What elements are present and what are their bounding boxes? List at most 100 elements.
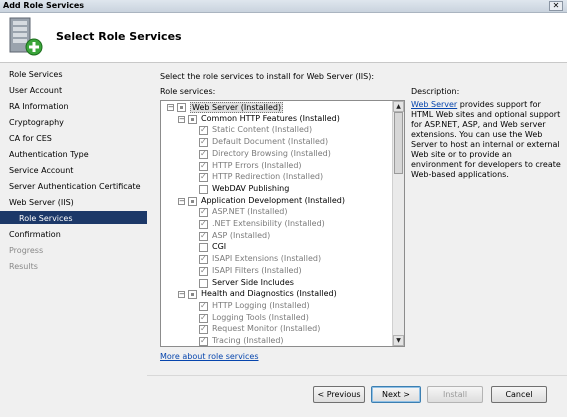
role-checkbox[interactable]: [188, 290, 197, 300]
scroll-down-icon[interactable]: ▼: [393, 335, 404, 346]
nav-item-confirmation[interactable]: Confirmation: [9, 230, 61, 239]
role-label: ASP.NET (Installed): [212, 207, 288, 217]
role-label: HTTP Logging (Installed): [212, 300, 310, 310]
role-checkbox[interactable]: [199, 266, 208, 276]
role-label: ISAPI Filters (Installed): [212, 265, 302, 275]
page-title: Select Role Services: [56, 30, 182, 43]
close-icon[interactable]: ✕: [549, 1, 563, 11]
role-label: Health and Diagnostics (Installed): [201, 289, 337, 299]
role-label: .NET Extensibility (Installed): [212, 219, 325, 228]
collapse-icon[interactable]: −: [178, 115, 185, 123]
next-button[interactable]: Next >: [371, 386, 421, 403]
description-label: Description:: [411, 87, 460, 96]
role-checkbox[interactable]: [188, 114, 197, 124]
tree-row[interactable]: Default Document (Installed): [161, 137, 393, 149]
tree-row[interactable]: Directory Browsing (Installed): [161, 149, 393, 161]
scroll-up-icon[interactable]: ▲: [393, 101, 404, 112]
nav-item-cryptography[interactable]: Cryptography: [9, 118, 64, 127]
role-label: Logging Tools (Installed): [212, 312, 309, 322]
role-checkbox[interactable]: [199, 219, 208, 229]
role-label: WebDAV Publishing: [212, 183, 290, 193]
role-checkbox[interactable]: [199, 313, 208, 323]
tree-row[interactable]: ISAPI Extensions (Installed): [161, 254, 393, 266]
tree-scrollbar[interactable]: ▲ ▼: [392, 101, 404, 346]
more-about-role-services-link[interactable]: More about role services: [160, 352, 259, 361]
tree-row[interactable]: Static Content (Installed): [161, 125, 393, 137]
description-body: provides support for HTML Web sites and …: [411, 100, 561, 179]
role-checkbox[interactable]: [199, 149, 208, 159]
role-checkbox[interactable]: [188, 196, 197, 206]
tree-row[interactable]: − Web Server (Installed): [161, 102, 393, 114]
server-add-icon: [9, 17, 43, 56]
role-label: Web Server (Installed): [190, 102, 284, 113]
role-label: HTTP Redirection (Installed): [212, 172, 324, 182]
role-checkbox[interactable]: [199, 231, 208, 241]
tree-row[interactable]: ISAPI Filters (Installed): [161, 266, 393, 278]
scroll-thumb[interactable]: [394, 112, 403, 174]
tree-row[interactable]: HTTP Redirection (Installed): [161, 172, 393, 184]
nav-item-progress: Progress: [9, 246, 44, 255]
wizard-header: Select Role Services: [0, 13, 567, 63]
nav-item-authentication-type[interactable]: Authentication Type: [9, 150, 89, 159]
role-checkbox[interactable]: [199, 161, 208, 171]
web-server-link[interactable]: Web Server: [411, 100, 457, 109]
nav-item-server-auth-certificate[interactable]: Server Authentication Certificate: [9, 182, 141, 191]
nav-item-ra-information[interactable]: RA Information: [9, 102, 69, 111]
role-label: Request Monitor (Installed): [212, 324, 321, 334]
tree-row[interactable]: − Common HTTP Features (Installed): [161, 114, 393, 126]
role-label: Server Side Includes: [212, 277, 294, 287]
role-label: Application Development (Installed): [201, 195, 345, 205]
role-checkbox[interactable]: [199, 301, 208, 311]
role-checkbox[interactable]: [199, 324, 208, 335]
role-label: CGI: [212, 242, 227, 252]
role-checkbox[interactable]: [199, 243, 208, 253]
tree-row[interactable]: − Application Development (Installed): [161, 196, 393, 208]
tree-row[interactable]: CGI: [161, 242, 393, 254]
collapse-icon[interactable]: −: [178, 291, 185, 299]
role-label: HTTP Errors (Installed): [212, 160, 302, 170]
tree-row[interactable]: HTTP Errors (Installed): [161, 161, 393, 173]
nav-item-ca-for-ces[interactable]: CA for CES: [9, 134, 52, 143]
nav-item-iis-role-services[interactable]: Role Services: [19, 214, 73, 223]
nav-item-role-services[interactable]: Role Services: [9, 70, 63, 79]
role-label: Directory Browsing (Installed): [212, 148, 331, 158]
role-label: Default Document (Installed): [212, 137, 329, 147]
tree-row[interactable]: Tracing (Installed): [161, 336, 393, 346]
cancel-button[interactable]: Cancel: [491, 386, 547, 403]
role-label: ASP (Installed): [212, 230, 271, 240]
nav-item-user-account[interactable]: User Account: [9, 86, 62, 95]
role-checkbox[interactable]: [199, 254, 208, 265]
collapse-icon[interactable]: −: [167, 104, 174, 111]
tree-row[interactable]: Request Monitor (Installed): [161, 324, 393, 336]
tree-row[interactable]: WebDAV Publishing: [161, 184, 393, 196]
title-bar: Add Role Services ✕: [0, 0, 567, 13]
role-checkbox[interactable]: [199, 172, 208, 183]
role-services-tree[interactable]: Tracing (Installed) Request Monitor (Inst…: [160, 100, 405, 347]
tree-row[interactable]: HTTP Logging (Installed): [161, 301, 393, 313]
role-checkbox[interactable]: [199, 336, 208, 346]
tree-row[interactable]: Logging Tools (Installed): [161, 313, 393, 325]
previous-button[interactable]: < Previous: [313, 386, 365, 403]
tree-row[interactable]: .NET Extensibility (Installed): [161, 219, 393, 231]
nav-item-web-server-iis[interactable]: Web Server (IIS): [9, 198, 74, 207]
wizard-footer: < Previous Next > Install Cancel: [147, 375, 567, 417]
role-checkbox[interactable]: [177, 103, 186, 112]
role-checkbox[interactable]: [199, 184, 208, 194]
role-label: Common HTTP Features (Installed): [201, 113, 340, 123]
role-services-label: Role services:: [160, 87, 216, 96]
tree-row[interactable]: ASP (Installed): [161, 231, 393, 243]
wizard-content: Select the role services to install for …: [147, 63, 567, 375]
nav-item-service-account[interactable]: Service Account: [9, 166, 73, 175]
tree-row[interactable]: Server Side Includes: [161, 278, 393, 290]
nav-item-results: Results: [9, 262, 38, 271]
role-checkbox[interactable]: [199, 125, 208, 136]
role-checkbox[interactable]: [199, 207, 208, 218]
role-checkbox[interactable]: [199, 278, 208, 288]
tree-row[interactable]: − Health and Diagnostics (Installed): [161, 289, 393, 301]
tree-row[interactable]: ASP.NET (Installed): [161, 207, 393, 219]
window-title: Add Role Services: [3, 1, 85, 10]
role-checkbox[interactable]: [199, 137, 208, 148]
wizard-nav: Role Services User Account RA Informatio…: [0, 63, 147, 417]
collapse-icon[interactable]: −: [178, 197, 185, 205]
role-label: Tracing (Installed): [212, 336, 284, 345]
